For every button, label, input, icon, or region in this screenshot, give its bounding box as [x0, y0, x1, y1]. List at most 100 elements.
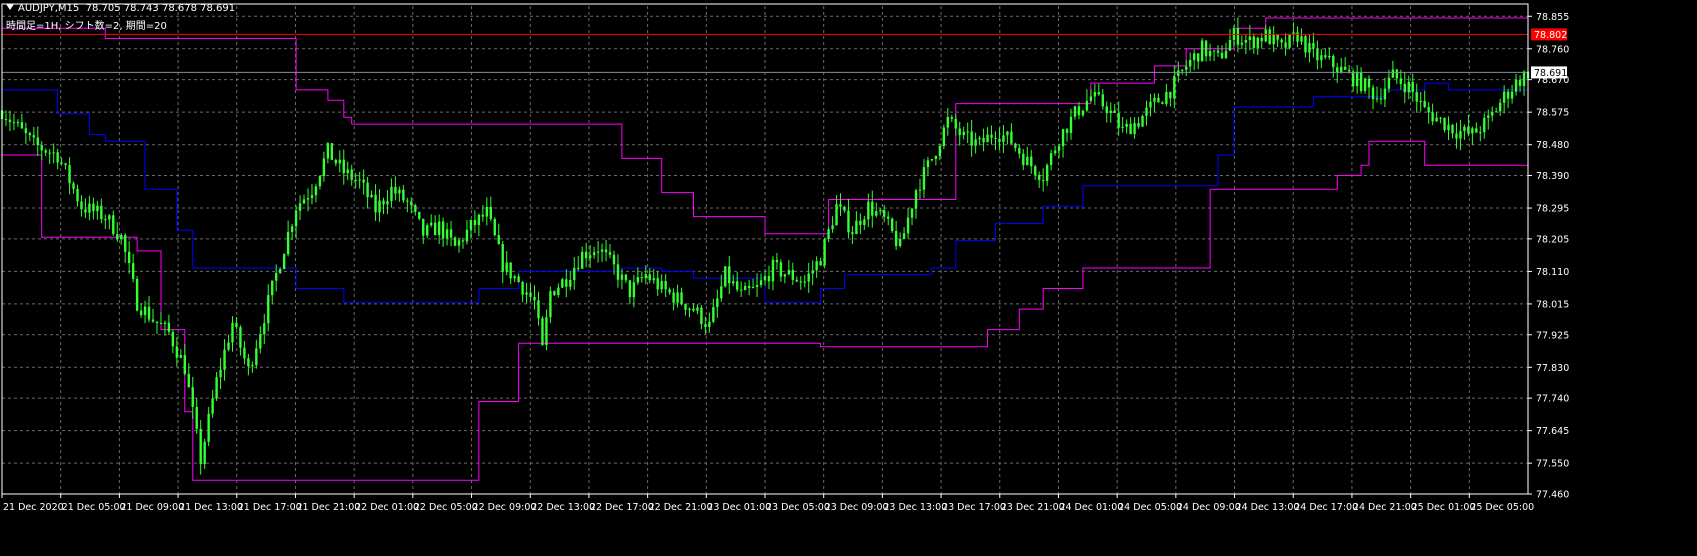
candle: [1367, 75, 1371, 99]
y-tick-label: 77.460: [1536, 490, 1569, 501]
candle-body: [1248, 36, 1252, 40]
candle-body: [831, 225, 834, 230]
candle-body: [795, 279, 798, 282]
candle: [1073, 105, 1077, 120]
candle: [839, 193, 842, 216]
candle-body: [688, 308, 691, 310]
candle-body: [362, 179, 365, 183]
candle-body: [966, 131, 969, 133]
candle: [791, 262, 795, 285]
candle: [954, 113, 957, 136]
candle: [366, 176, 369, 209]
candle-body: [92, 203, 95, 212]
x-tick-label: 22 Dec 01:00: [355, 502, 419, 513]
candle: [239, 325, 242, 356]
candle: [1475, 122, 1478, 133]
candle-body: [902, 233, 906, 239]
candle: [795, 276, 798, 283]
candle: [529, 284, 532, 302]
candle: [1427, 102, 1430, 124]
candle: [990, 125, 993, 145]
candle: [223, 339, 226, 381]
candle-body: [1105, 106, 1108, 114]
candle: [1264, 25, 1267, 43]
price-chart[interactable]: 78.80278.691 78.85578.76078.67078.57578.…: [0, 0, 1697, 556]
candle-body: [1252, 36, 1255, 48]
candle-body: [958, 128, 961, 136]
candle: [1169, 91, 1172, 107]
candle: [108, 213, 111, 230]
candle-body: [493, 219, 496, 236]
candle: [1041, 168, 1045, 192]
candle-body: [286, 231, 290, 255]
x-tick-label: 22 Dec 13:00: [531, 502, 595, 513]
candle: [728, 256, 731, 295]
candle: [1316, 40, 1319, 70]
candle: [1292, 22, 1295, 42]
candle-body: [1177, 70, 1180, 76]
candle-body: [1268, 29, 1271, 45]
x-tick-label: 22 Dec 17:00: [590, 502, 654, 513]
candle-body: [791, 270, 795, 280]
x-tick-label: 22 Dec 09:00: [473, 502, 537, 513]
candle: [302, 194, 306, 205]
candle: [688, 307, 691, 318]
candle: [799, 276, 802, 290]
candle: [843, 205, 846, 213]
candle-body: [1363, 78, 1367, 92]
candle-body: [1316, 48, 1319, 61]
candle-body: [1276, 34, 1279, 40]
candle-body: [938, 146, 942, 157]
candle-body: [422, 218, 425, 236]
candle-body: [1192, 53, 1196, 61]
candle-body: [660, 281, 663, 290]
candle-body: [1387, 77, 1391, 89]
collapse-triangle-icon[interactable]: [6, 4, 14, 10]
candle: [1101, 89, 1104, 110]
candle-body: [16, 122, 20, 124]
candle: [473, 210, 477, 233]
candle-body: [1423, 100, 1426, 108]
candle-body: [116, 234, 119, 240]
candle: [1320, 49, 1323, 68]
candle-body: [370, 194, 373, 198]
candle-body: [537, 300, 540, 319]
candle-body: [414, 205, 417, 212]
candle-body: [668, 289, 671, 293]
candle-body: [886, 216, 890, 219]
candle-body: [735, 281, 739, 290]
candle: [1391, 60, 1395, 78]
candle: [831, 216, 834, 233]
candle-body: [1284, 42, 1287, 48]
candle: [143, 300, 147, 324]
candle: [779, 259, 783, 282]
x-tick-label: 21 Dec 05:00: [62, 502, 126, 513]
candle: [64, 162, 67, 170]
candle: [127, 241, 131, 274]
candle-body: [1518, 80, 1522, 86]
candle-body: [898, 238, 902, 246]
candle: [211, 389, 214, 418]
candle: [1093, 84, 1097, 106]
candle: [453, 236, 457, 247]
candle: [894, 220, 898, 251]
candle: [199, 420, 202, 475]
candle: [231, 316, 234, 352]
candle-body: [1149, 101, 1152, 108]
candle-body: [231, 322, 234, 343]
candle: [1296, 26, 1299, 48]
candle-body: [879, 209, 882, 212]
candle: [1498, 98, 1502, 116]
candle-body: [1121, 126, 1124, 128]
candle: [80, 195, 83, 217]
candle: [330, 143, 334, 160]
candle-body: [1101, 94, 1104, 107]
candle: [533, 285, 536, 310]
x-tick-label: 21 Dec 09:00: [120, 502, 184, 513]
resistance-price-label: 78.802: [1534, 30, 1567, 41]
candle: [1506, 88, 1510, 109]
candle: [962, 126, 965, 140]
candle: [1359, 67, 1363, 94]
candle-body: [402, 189, 405, 201]
candle: [1415, 83, 1418, 113]
